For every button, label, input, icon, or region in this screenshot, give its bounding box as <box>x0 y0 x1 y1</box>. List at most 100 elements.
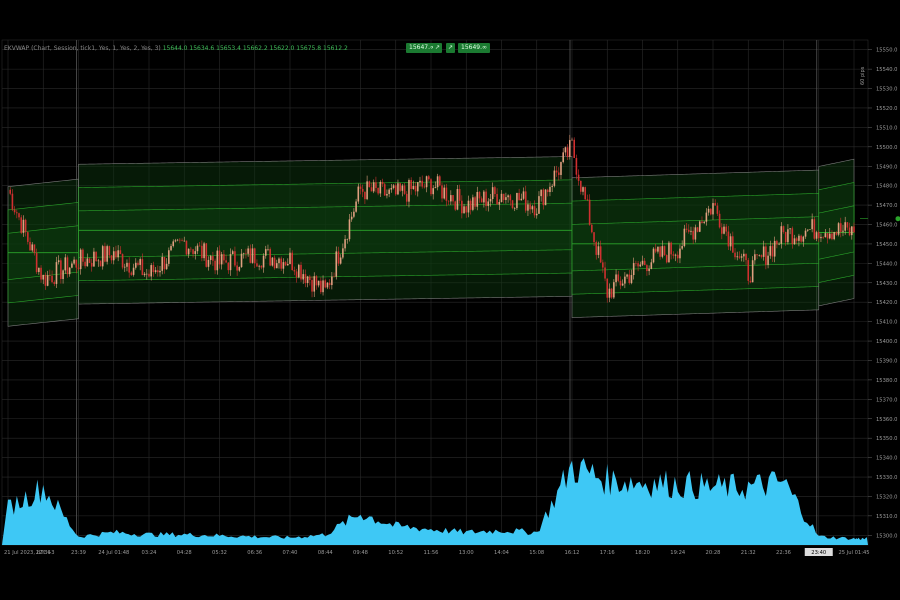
candle-body <box>553 170 556 186</box>
candle-body <box>51 275 53 283</box>
indicator-legend[interactable]: EKVWAP (Chart, Session, tick1, Yes, 1, Y… <box>4 45 348 52</box>
candle-body <box>811 219 813 230</box>
candle-body <box>727 231 730 247</box>
candle-body <box>734 252 736 258</box>
candle-body <box>320 280 322 293</box>
candle-body <box>170 246 172 251</box>
candle-body <box>476 191 479 207</box>
candle-body <box>516 192 518 209</box>
candle-body <box>663 246 666 256</box>
candle-body <box>212 256 214 261</box>
candle-body <box>652 248 655 263</box>
candle-body <box>13 209 16 213</box>
x-tick-label: 22:36 <box>36 550 51 556</box>
candle-body <box>359 186 362 189</box>
candle-body <box>192 249 194 254</box>
buy-arrow-up-right-icon[interactable]: ↗ <box>446 43 456 53</box>
candle-body <box>99 260 102 267</box>
candle-body <box>269 249 271 266</box>
y-tick-label: 15490.0 <box>876 164 897 170</box>
candle-body <box>820 236 822 239</box>
candle-body <box>458 189 461 201</box>
candle-body <box>216 250 219 271</box>
x-tick-label: 10:52 <box>388 550 403 556</box>
candle-body <box>626 274 628 277</box>
candle-body <box>500 193 503 203</box>
candle-body <box>813 219 816 239</box>
candle-body <box>540 189 542 197</box>
candle-body <box>835 232 838 235</box>
x-tick-label: 11:56 <box>424 550 439 556</box>
candle-body <box>150 265 153 277</box>
candle-body <box>527 204 529 211</box>
candle-body <box>267 249 269 250</box>
candle-body <box>791 228 794 245</box>
y-tick-label: 15480.0 <box>876 184 897 190</box>
candle-body <box>778 243 780 245</box>
candle-body <box>793 238 796 245</box>
candle-body <box>641 260 644 265</box>
candle-body <box>754 254 756 261</box>
candle-body <box>71 263 73 268</box>
candle-body <box>560 162 562 175</box>
candle-body <box>850 226 853 236</box>
candle-body <box>66 257 69 275</box>
candle-body <box>256 263 258 267</box>
candle-body <box>760 255 763 257</box>
candle-body <box>505 197 507 200</box>
candle-body <box>93 251 95 267</box>
y-tick-label: 15300.0 <box>876 533 897 539</box>
candle-body <box>306 276 309 284</box>
candle-body <box>606 278 609 298</box>
candle-body <box>650 262 653 269</box>
x-tick-label: 23:40 <box>811 550 826 556</box>
candle-body <box>29 241 31 251</box>
candle-body <box>635 263 637 264</box>
candle-body <box>780 226 783 244</box>
candle-body <box>399 183 401 191</box>
candle-body <box>185 240 188 255</box>
candle-body <box>324 280 327 288</box>
y-tick-label: 15440.0 <box>876 261 897 267</box>
candle-body <box>531 206 534 210</box>
candle-body <box>130 272 133 275</box>
candle-body <box>668 242 670 263</box>
candle-body <box>599 246 602 263</box>
x-tick-label: 17:16 <box>600 550 615 556</box>
candle-body <box>826 233 829 239</box>
candle-body <box>725 226 728 232</box>
candle-body <box>566 147 569 157</box>
candle-body <box>643 260 646 266</box>
candle-body <box>602 262 604 268</box>
candle-body <box>597 246 600 255</box>
chart-window: 15550.0 15540.0 15530.0 15520.0 15510.0 15500… <box>0 0 900 600</box>
candle-body <box>690 230 692 232</box>
candle-body <box>441 185 443 199</box>
buy-price-button[interactable]: 15649.∞ <box>458 43 490 53</box>
x-tick-label: 15:08 <box>529 550 544 556</box>
candle-body <box>97 260 100 262</box>
candle-body <box>315 276 318 286</box>
candle-body <box>683 228 686 247</box>
candle-body <box>676 254 679 259</box>
candle-body <box>361 188 364 192</box>
y-tick-label: 15530.0 <box>876 87 897 93</box>
candle-body <box>298 264 300 278</box>
x-tick-label: 19:24 <box>670 550 686 556</box>
candle-body <box>24 219 27 233</box>
candle-body <box>452 195 454 202</box>
candle-body <box>784 232 787 243</box>
candle-body <box>176 239 179 241</box>
candle-body <box>194 251 197 254</box>
candle-body <box>355 201 357 212</box>
candle-body <box>346 239 349 240</box>
candle-body <box>88 258 91 263</box>
sell-arrow-up-right-icon[interactable]: ↗ <box>433 43 443 53</box>
y-tick-label: 15450.0 <box>876 242 897 248</box>
candle-body <box>511 200 514 209</box>
candle-body <box>487 201 490 207</box>
candle-body <box>247 248 249 254</box>
price-chart[interactable]: 15550.0 15540.0 15530.0 15520.0 15510.0 15500… <box>0 0 900 600</box>
candle-body <box>628 274 631 284</box>
candle-body <box>260 265 263 268</box>
